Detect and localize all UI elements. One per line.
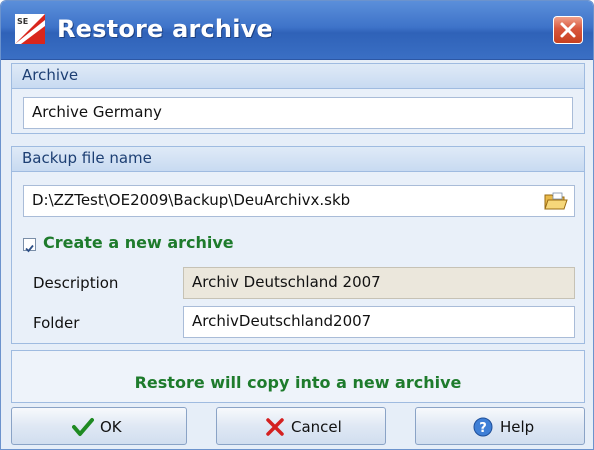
folder-label: Folder (33, 314, 80, 332)
help-button-label: Help (500, 418, 535, 436)
cancel-button-label: Cancel (291, 418, 342, 436)
close-icon (560, 22, 576, 38)
ok-button[interactable]: OK (11, 407, 187, 445)
info-message: Restore will copy into a new archive (134, 373, 462, 392)
description-field[interactable]: Archiv Deutschland 2007 (183, 267, 575, 299)
check-mark-icon (25, 244, 34, 253)
archive-name-field[interactable]: Archive Germany (23, 97, 573, 129)
folder-field[interactable]: ArchivDeutschland2007 (183, 306, 575, 338)
app-logo-icon: SE (15, 14, 45, 44)
create-new-archive-label[interactable]: Create a new archive (43, 233, 234, 252)
ok-button-label: OK (100, 418, 122, 436)
backup-section-header: Backup file name (12, 147, 584, 172)
title-bar: SE Restore archive (1, 1, 593, 60)
description-label: Description (33, 274, 119, 292)
archive-section-header: Archive (12, 64, 584, 89)
open-folder-icon[interactable] (544, 191, 568, 211)
close-button[interactable] (553, 16, 583, 44)
green-check-icon (72, 418, 94, 436)
svg-text:?: ? (479, 421, 487, 436)
window-title: Restore archive (57, 15, 273, 43)
restore-archive-dialog: SE Restore archive Archive Archive Germa… (0, 0, 594, 450)
svg-text:SE: SE (17, 17, 28, 26)
help-icon: ? (473, 417, 493, 437)
create-new-archive-checkbox[interactable] (23, 238, 36, 253)
red-x-icon (266, 418, 284, 436)
cancel-button[interactable]: Cancel (216, 407, 386, 445)
backup-file-path-field[interactable]: D:\ZZTest\OE2009\Backup\DeuArchivx.skb (23, 185, 575, 217)
help-button[interactable]: ? Help (415, 407, 585, 445)
